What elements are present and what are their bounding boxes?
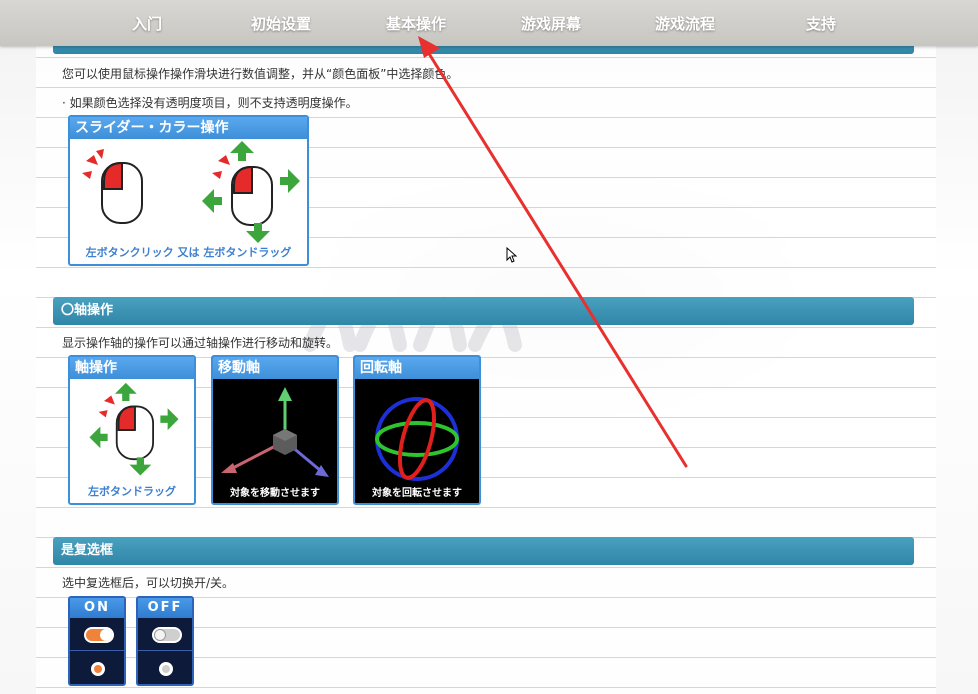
nav-item-intro[interactable]: 入门 bbox=[132, 13, 162, 34]
rotate-axis-caption: 対象を回転させます bbox=[372, 488, 462, 499]
axis-description: 显示操作轴的操作可以通过轴操作进行移动和旋转。 bbox=[62, 336, 339, 350]
nav-item-support[interactable]: 支持 bbox=[806, 13, 836, 34]
rotate-axis-card: 回転軸 対象を回転させます bbox=[353, 355, 481, 505]
radio-off-indicator[interactable] bbox=[159, 662, 173, 676]
axis-card-title: 軸操作 bbox=[70, 357, 194, 379]
slider-card-caption: 左ボタンクリック 又は 左ボタンドラッグ bbox=[85, 246, 292, 259]
nav-item-game-flow[interactable]: 游戏流程 bbox=[655, 13, 715, 34]
nav-item-game-screen[interactable]: 游戏屏幕 bbox=[521, 13, 581, 34]
toggle-knob bbox=[154, 629, 166, 641]
move-axis-card: 移動軸 対象を移動させます bbox=[211, 355, 339, 505]
toggle-switch-off[interactable] bbox=[152, 627, 182, 643]
intro-text-2: · 如果颜色选择没有透明度项目，则不支持透明度操作。 bbox=[62, 96, 358, 110]
toggle-on-card: ON bbox=[68, 596, 126, 686]
mouse-drag-icon bbox=[202, 141, 300, 243]
mouse-pointer-icon bbox=[506, 247, 518, 263]
toggle-divider bbox=[70, 650, 124, 651]
toggle-knob bbox=[100, 629, 112, 641]
nav-item-basic-operation[interactable]: 基本操作 bbox=[386, 13, 446, 34]
toggle-divider bbox=[138, 650, 192, 651]
section-bar-checkbox: 是复选框 bbox=[53, 537, 914, 565]
checkbox-description: 选中复选框后，可以切换开/关。 bbox=[62, 576, 235, 590]
top-navigation: 入门 初始设置 基本操作 游戏屏幕 游戏流程 支持 bbox=[0, 0, 978, 46]
slider-color-card: スライダー・カラー操作 左ボタンクリック 又は 左ボタンドラッグ bbox=[68, 115, 309, 266]
move-axis-title: 移動軸 bbox=[213, 357, 337, 379]
nav-item-initial-settings[interactable]: 初始设置 bbox=[251, 13, 311, 34]
toggle-on-label: ON bbox=[70, 598, 124, 618]
intro-text-1: 您可以使用鼠标操作操作滑块进行数值调整，并从“颜色面板”中选择颜色。 bbox=[62, 67, 459, 81]
slider-card-title: スライダー・カラー操作 bbox=[70, 117, 307, 139]
mouse-drag-icon bbox=[89, 382, 179, 476]
axis-operation-card: 軸操作 左ボタンドラッグ bbox=[68, 355, 196, 505]
toggle-switch-on[interactable] bbox=[84, 627, 114, 643]
mouse-click-icon bbox=[82, 149, 143, 224]
toggle-off-label: OFF bbox=[138, 598, 192, 618]
rotate-axis-title: 回転軸 bbox=[355, 357, 479, 379]
section-bar-axis: 〇轴操作 bbox=[53, 297, 914, 325]
rotate-axis-gizmo-icon bbox=[375, 397, 459, 481]
move-axis-gizmo-icon bbox=[221, 387, 329, 477]
radio-on-indicator[interactable] bbox=[91, 662, 105, 676]
move-axis-caption: 対象を移動させます bbox=[230, 488, 320, 499]
axis-card-caption: 左ボタンドラッグ bbox=[88, 485, 176, 498]
toggle-off-card: OFF bbox=[136, 596, 194, 686]
